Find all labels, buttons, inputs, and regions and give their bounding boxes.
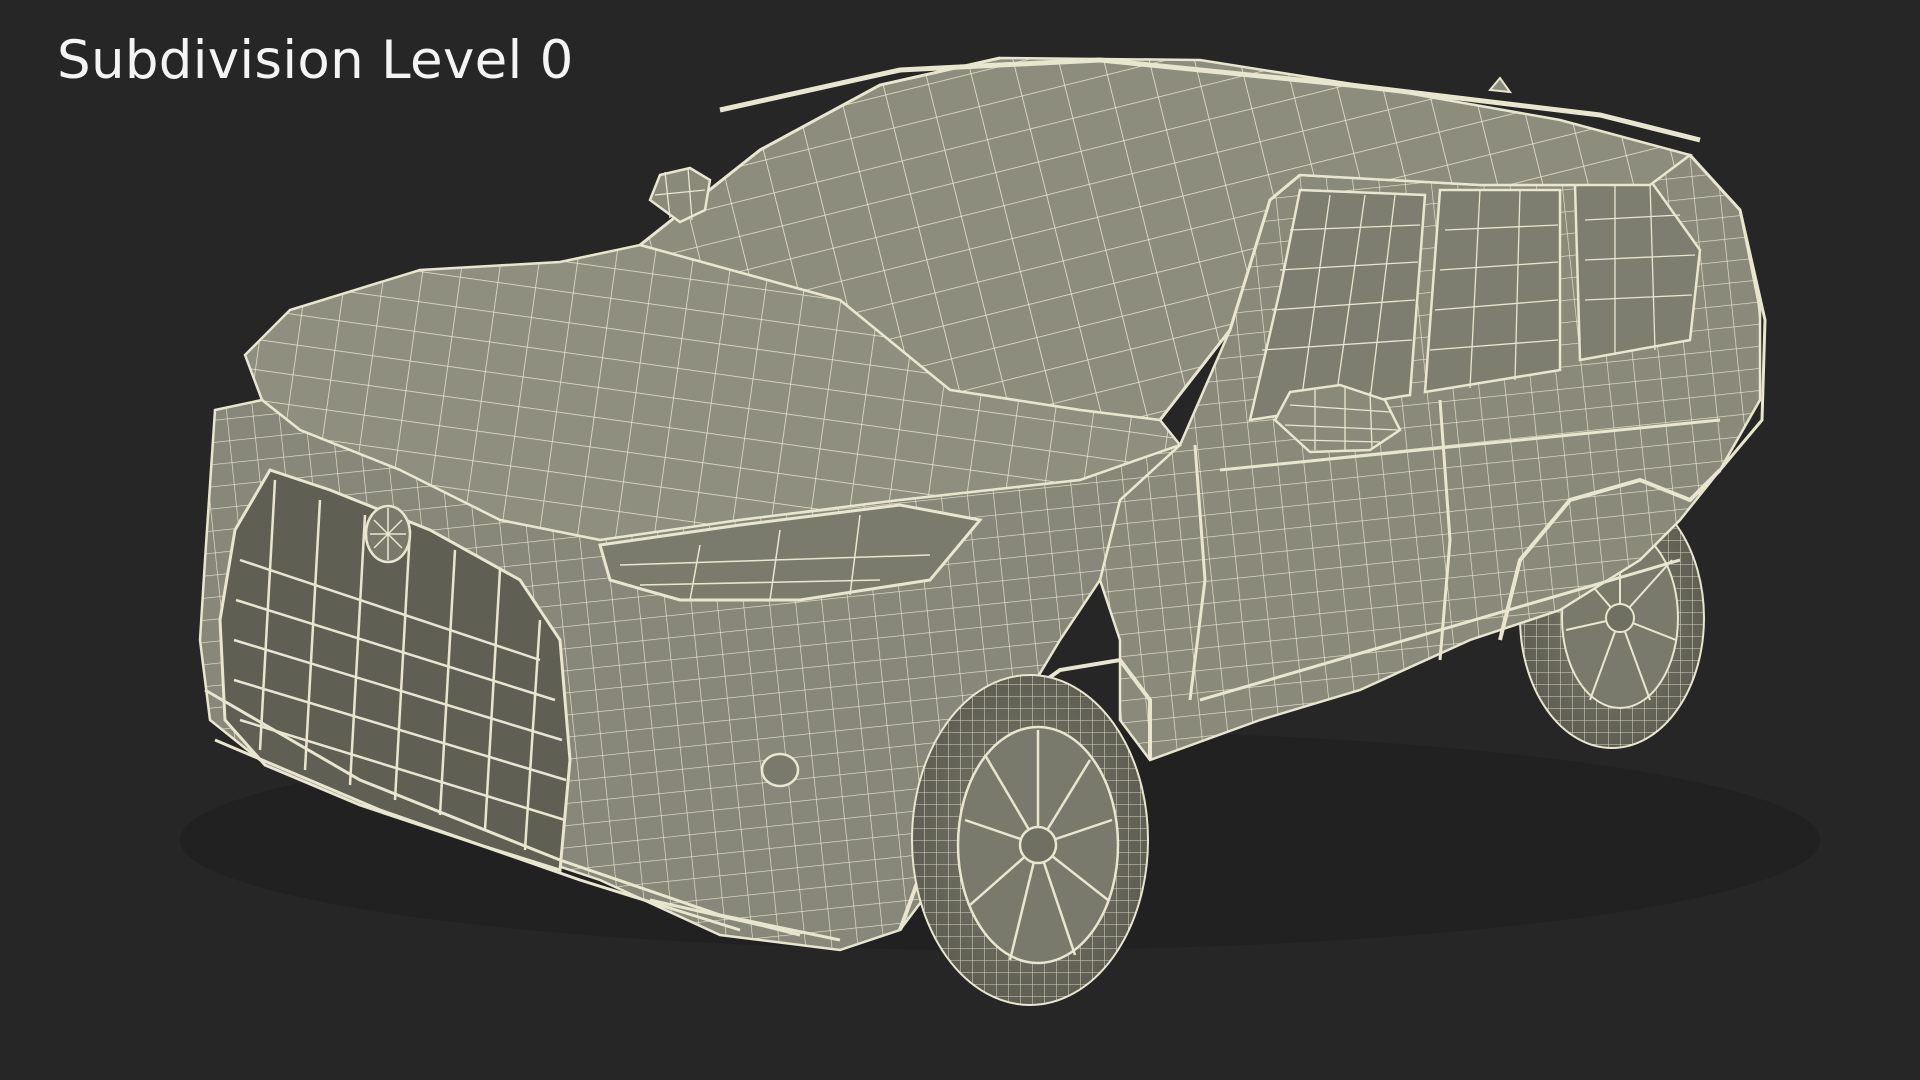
front-wheel xyxy=(911,674,1149,1006)
roof-antenna xyxy=(1488,76,1513,94)
brand-emblem-icon xyxy=(364,504,412,564)
render-viewport: Subdivision Level 0 xyxy=(0,0,1920,1080)
car-wireframe-render xyxy=(180,56,1820,1006)
subdivision-level-label: Subdivision Level 0 xyxy=(57,30,574,91)
fog-light xyxy=(760,752,800,788)
